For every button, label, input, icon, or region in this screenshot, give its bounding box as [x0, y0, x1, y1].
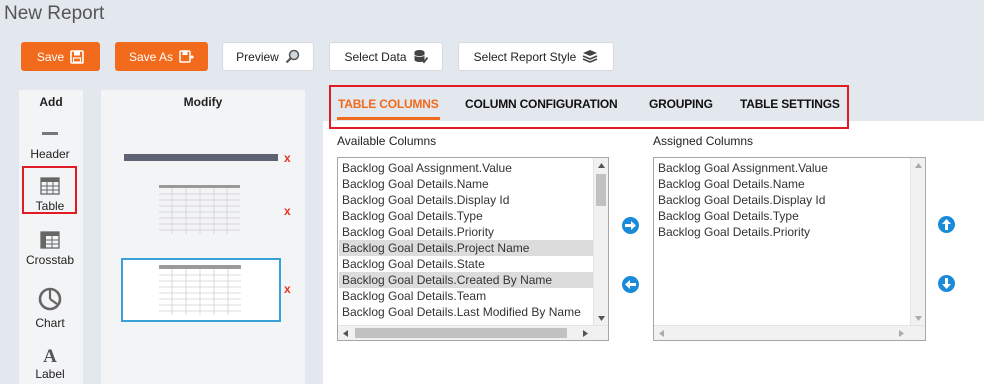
save-as-button[interactable]: Save As	[115, 42, 208, 71]
remove-selected-table-button[interactable]: x	[284, 282, 291, 296]
header-thumbnail[interactable]	[124, 154, 278, 161]
select-data-label: Select Data	[344, 49, 407, 64]
database-icon	[413, 49, 428, 64]
add-crosstab-item[interactable]: Crosstab	[19, 230, 81, 267]
list-item[interactable]: Backlog Goal Assignment.Value	[658, 160, 828, 176]
list-item[interactable]: Backlog Goal Assignment.Value	[342, 160, 512, 176]
available-columns-list[interactable]: Backlog Goal Assignment.Value Backlog Go…	[337, 157, 609, 341]
scroll-up-arrow-icon[interactable]	[594, 158, 608, 173]
add-panel-title: Add	[39, 95, 63, 109]
list-item[interactable]: Backlog Goal Details.Type	[342, 208, 483, 224]
list-item[interactable]: Backlog Goal Details.Priority	[342, 224, 494, 240]
preview-button[interactable]: Preview	[222, 42, 314, 71]
select-data-button[interactable]: Select Data	[329, 42, 443, 71]
move-left-button[interactable]	[622, 276, 639, 293]
crosstab-icon	[40, 231, 60, 249]
select-report-style-button[interactable]: Select Report Style	[458, 42, 614, 71]
scroll-left-arrow-icon[interactable]	[654, 326, 669, 340]
layers-icon	[582, 49, 598, 64]
arrow-left-icon	[625, 280, 636, 289]
save-label: Save	[36, 49, 65, 64]
scroll-right-arrow-icon[interactable]	[894, 326, 909, 340]
move-up-button[interactable]	[938, 216, 955, 233]
horizontal-scrollbar[interactable]	[654, 325, 925, 340]
scroll-up-arrow-icon[interactable]	[911, 158, 925, 173]
remove-header-button[interactable]: x	[284, 151, 291, 165]
add-item-label: Header	[30, 147, 70, 161]
scroll-left-arrow-icon[interactable]	[338, 326, 353, 340]
scroll-thumb[interactable]	[355, 328, 567, 338]
arrow-down-icon	[942, 278, 951, 289]
list-item-selected[interactable]: Backlog Goal Details.Project Name	[339, 240, 593, 256]
add-panel: Add Header Table Crosstab Chart A Label	[19, 90, 83, 384]
table-thumbnail[interactable]	[159, 185, 240, 234]
save-button[interactable]: Save	[21, 42, 100, 71]
save-as-icon	[179, 50, 195, 63]
save-as-label: Save As	[128, 49, 174, 64]
preview-label: Preview	[236, 49, 279, 64]
list-item[interactable]: Backlog Goal Details.Display Id	[658, 192, 825, 208]
select-style-label: Select Report Style	[473, 49, 577, 64]
scroll-thumb[interactable]	[596, 174, 606, 206]
list-item[interactable]: Backlog Goal Details.Name	[658, 176, 805, 192]
svg-text:A: A	[43, 346, 57, 364]
label-icon: A	[43, 346, 57, 364]
add-chart-item[interactable]: Chart	[19, 285, 81, 330]
list-item[interactable]: Backlog Goal Details.Type	[658, 208, 799, 224]
floppy-icon	[70, 49, 84, 64]
list-item[interactable]: Backlog Goal Details.Priority	[658, 224, 810, 240]
list-item[interactable]: Backlog Goal Details.State	[342, 256, 485, 272]
chart-icon	[38, 287, 62, 311]
scroll-down-arrow-icon[interactable]	[911, 311, 925, 326]
vertical-scrollbar[interactable]	[593, 158, 608, 326]
list-item[interactable]: Backlog Goal Details.Team	[342, 288, 486, 304]
list-item[interactable]: Backlog Goal Details.Last Modified By Na…	[342, 304, 581, 320]
modify-panel: Modify	[101, 90, 305, 384]
arrow-right-icon	[625, 221, 636, 230]
assigned-columns-label: Assigned Columns	[653, 134, 754, 148]
modify-panel-title: Modify	[183, 95, 223, 109]
available-columns-label: Available Columns	[337, 134, 437, 148]
tabs-highlight-box	[329, 85, 849, 129]
selected-table-thumbnail[interactable]	[121, 258, 281, 322]
add-item-label: Crosstab	[25, 253, 75, 267]
add-item-label: Chart	[35, 316, 65, 330]
add-item-label: Label	[35, 367, 65, 381]
add-label-item[interactable]: A Label	[19, 346, 81, 381]
vertical-scrollbar[interactable]	[910, 158, 925, 326]
scroll-right-arrow-icon[interactable]	[578, 326, 593, 340]
table-highlight-box	[22, 166, 77, 214]
assigned-columns-list[interactable]: Backlog Goal Assignment.Value Backlog Go…	[653, 157, 926, 341]
page-title: New Report	[4, 3, 105, 24]
move-down-button[interactable]	[938, 275, 955, 292]
horizontal-scrollbar[interactable]	[338, 325, 608, 340]
remove-table-button[interactable]: x	[284, 204, 291, 218]
scroll-down-arrow-icon[interactable]	[594, 311, 608, 326]
list-item[interactable]: Backlog Goal Details.Display Id	[342, 192, 509, 208]
arrow-up-icon	[942, 219, 951, 230]
add-header-item[interactable]: Header	[19, 130, 81, 161]
magnifier-icon	[285, 49, 300, 64]
move-right-button[interactable]	[622, 217, 639, 234]
header-icon	[42, 132, 58, 135]
list-item[interactable]: Backlog Goal Details.Name	[342, 176, 489, 192]
list-item-selected[interactable]: Backlog Goal Details.Created By Name	[339, 272, 593, 288]
